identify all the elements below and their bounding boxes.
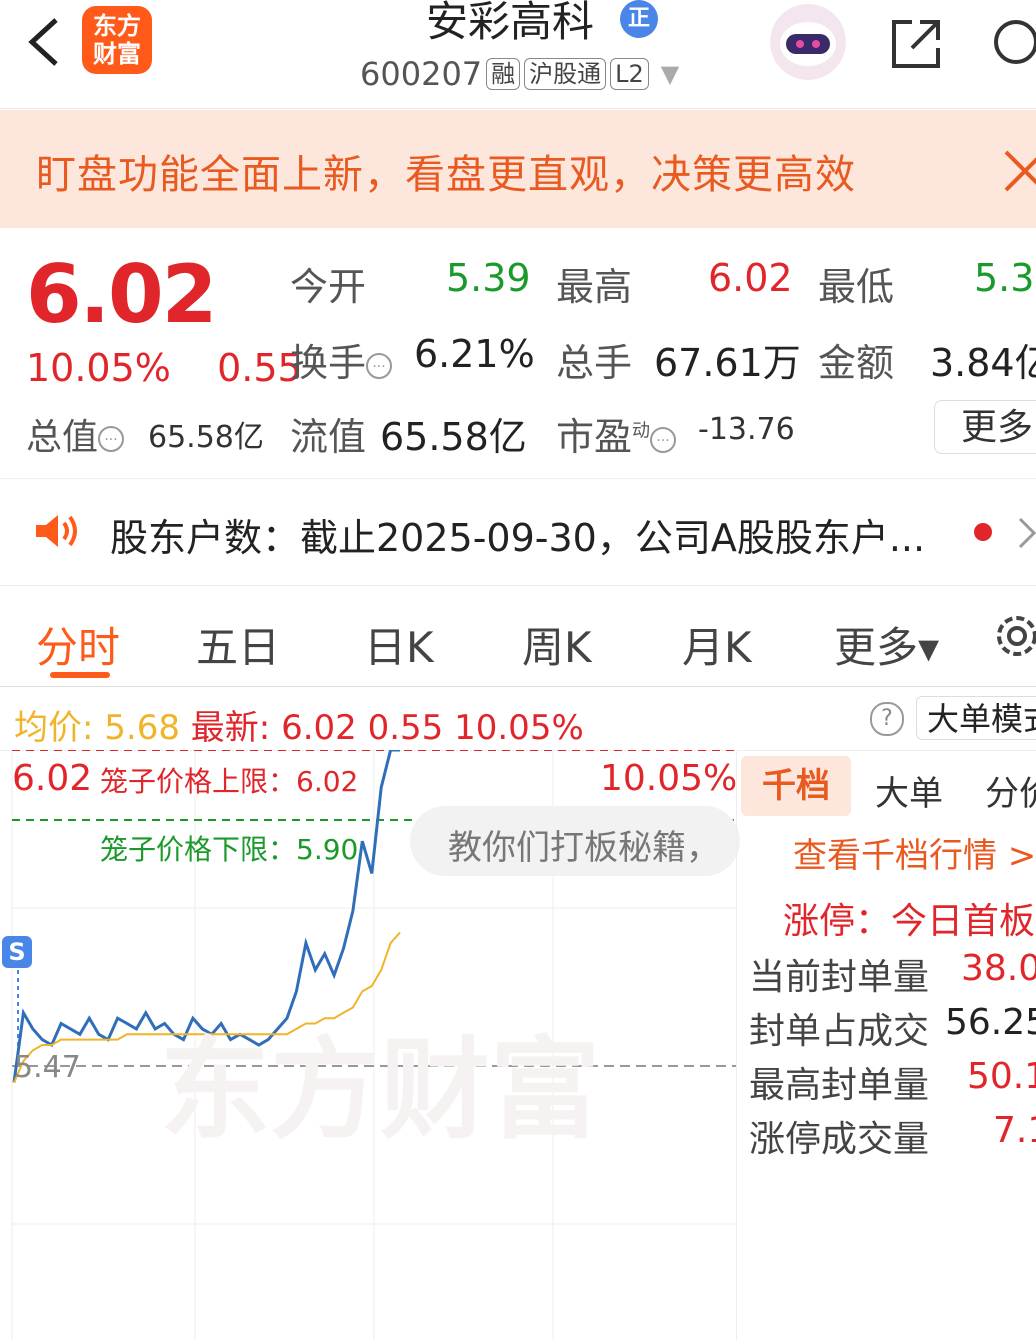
turnover-label-text: 换手 <box>290 341 367 385</box>
pe-value: -13.76 <box>698 412 795 447</box>
price-info-text: 均价: 5.68 最新: 6.02 0.55 10.05% <box>14 700 584 749</box>
tab-five-day[interactable]: 五日 <box>196 614 280 675</box>
shareholder-notice[interactable]: 股东户数：截止2025-09-30，公司A股股东户... <box>0 478 1036 586</box>
price-info-bar: 均价: 5.68 最新: 6.02 0.55 10.05% ? 大单模式 <box>0 688 1036 751</box>
amount-value: 3.84亿 <box>930 341 1036 385</box>
chevron-right-icon[interactable] <box>1016 513 1036 553</box>
mktcap-value: 65.58亿 <box>148 420 264 455</box>
base-price-label: 5.47 <box>14 1050 81 1085</box>
help-icon[interactable]: ? <box>870 702 904 736</box>
tag-connect: 沪股通 <box>524 58 607 90</box>
active-tab-indicator <box>50 672 110 678</box>
stock-name: 安彩高科 <box>425 0 594 46</box>
status-badge: 正 <box>620 0 658 38</box>
open-label: 今开 <box>290 265 367 309</box>
gear-icon[interactable] <box>992 608 1036 664</box>
info-icon[interactable]: ··· <box>366 352 393 379</box>
tab-thousand-level[interactable]: 千档 <box>741 756 851 816</box>
row-label: 封单占成交 <box>749 1011 930 1052</box>
notice-text: 股东户数：截止2025-09-30，公司A股股东户... <box>110 516 926 560</box>
cage-upper-label: 笼子价格上限：6.02 <box>100 765 359 798</box>
volume-label: 总手 <box>556 341 633 385</box>
change-amount: 0.55 <box>217 346 302 390</box>
tab-price-split[interactable]: 分价 <box>985 766 1036 815</box>
row-label: 涨停成交量 <box>749 1119 930 1160</box>
row-value: 56.25 <box>945 1002 1036 1043</box>
last-percent: 10.05% <box>454 708 584 748</box>
limit-up-title: 涨停：今日首板 <box>783 901 1036 942</box>
float-value: 65.58亿 <box>380 415 527 459</box>
volume-value: 67.61万 <box>654 341 801 385</box>
tag-level2: L2 <box>610 58 649 90</box>
last-value: 6.02 <box>281 708 357 748</box>
tab-big-order[interactable]: 大单 <box>875 766 943 815</box>
search-icon[interactable] <box>990 14 1036 74</box>
float-label: 流值 <box>290 415 367 459</box>
mktcap-label-text: 总值 <box>26 417 99 458</box>
last-label: 最新: <box>190 708 271 748</box>
close-icon[interactable] <box>1000 146 1036 196</box>
current-price: 6.02 <box>26 248 217 341</box>
avg-label: 均价: <box>14 708 94 748</box>
chevron-down-icon[interactable]: ▼ <box>661 60 679 88</box>
info-icon[interactable]: ··· <box>650 426 677 453</box>
cage-lower-label: 笼子价格下限：5.90 <box>100 833 359 866</box>
unread-dot <box>974 523 992 541</box>
tab-more[interactable]: 更多▾ <box>834 614 939 675</box>
top-price-label: 6.02 <box>12 758 93 799</box>
more-quote-button[interactable]: 更多 <box>934 400 1036 454</box>
speaker-icon <box>36 515 77 547</box>
last-change: 0.55 <box>367 708 444 748</box>
price-change-row: 10.05% 0.55 <box>26 346 302 390</box>
pe-label-text: 市盈 <box>556 415 633 459</box>
logo-text: 东方 财富 <box>93 12 141 68</box>
chart-tabs: 分时 五日 日K 周K 月K 更多▾ <box>0 600 1036 687</box>
turnover-value: 6.21% <box>414 332 535 376</box>
low-value: 5.3 <box>974 256 1035 300</box>
avg-value: 5.68 <box>104 708 180 748</box>
low-label: 最低 <box>818 265 895 309</box>
order-book-panel: 千档 大单 分价 查看千档行情 > 涨停：今日首板 当前封单量 38.0 封单占… <box>736 750 1036 1340</box>
tip-bubble[interactable]: 教你们打板秘籍， <box>410 806 740 876</box>
top-percent-label: 10.05% <box>600 758 738 799</box>
amount-label: 金额 <box>818 341 895 385</box>
row-value: 7.1 <box>993 1110 1036 1151</box>
stock-code-row[interactable]: 600207 融 沪股通 L2 ▼ <box>360 54 679 94</box>
sell-marker[interactable]: S <box>2 936 32 968</box>
stock-code: 600207 <box>360 55 483 93</box>
tip-text: 教你们打板秘籍， <box>448 828 720 868</box>
app-logo: 东方 财富 <box>82 6 152 74</box>
row-value: 38.0 <box>961 948 1036 989</box>
change-percent: 10.05% <box>26 346 171 390</box>
turnover-label[interactable]: 换手 ··· <box>290 332 393 387</box>
back-arrow-icon[interactable] <box>22 14 62 70</box>
tab-monthly-k[interactable]: 月K <box>682 614 752 675</box>
row-value: 50.1 <box>967 1056 1036 1097</box>
high-label: 最高 <box>556 265 633 309</box>
banner-text: 盯盘功能全面上新，看盘更直观，决策更高效 <box>36 152 856 198</box>
mktcap-label[interactable]: 总值 ··· <box>26 408 125 460</box>
promo-banner[interactable]: 盯盘功能全面上新，看盘更直观，决策更高效 <box>0 110 1036 228</box>
tab-daily-k[interactable]: 日K <box>364 614 434 675</box>
open-value: 5.39 <box>446 256 531 300</box>
watermark: 东方财富 <box>160 1026 600 1154</box>
tag-margin: 融 <box>486 58 521 90</box>
pe-label[interactable]: 市盈动 ··· <box>556 406 677 461</box>
row-label: 最高封单量 <box>749 1065 930 1106</box>
tab-weekly-k[interactable]: 周K <box>522 614 592 675</box>
assistant-robot-icon[interactable] <box>770 4 846 80</box>
pe-dynamic-mark: 动 <box>632 420 651 442</box>
view-thousand-link[interactable]: 查看千档行情 > <box>793 828 1036 877</box>
row-label: 当前封单量 <box>749 957 930 998</box>
intraday-chart[interactable]: 东方财富 6.02 10.05% 笼子价格上限：6.02 笼子价格下限：5.90… <box>0 750 740 1340</box>
high-value: 6.02 <box>708 256 793 300</box>
info-icon[interactable]: ··· <box>98 426 125 452</box>
big-order-mode-button[interactable]: 大单模式 <box>916 696 1036 740</box>
share-icon[interactable] <box>886 14 946 74</box>
tab-intraday[interactable]: 分时 <box>36 614 120 675</box>
